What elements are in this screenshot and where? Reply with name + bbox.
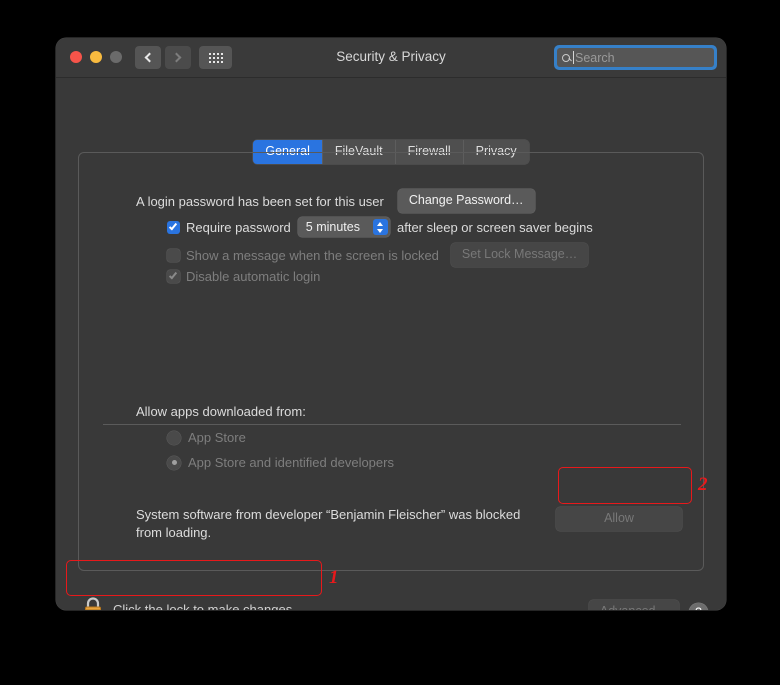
security-privacy-window: Security & Privacy Search General FileVa… bbox=[56, 38, 726, 610]
radio-app-store bbox=[167, 430, 181, 445]
section-divider bbox=[103, 424, 681, 425]
gatekeeper-option-appstore: App Store bbox=[167, 430, 246, 445]
allow-button: Allow bbox=[556, 507, 682, 531]
blocked-message-line1: System software from developer “Benjamin… bbox=[136, 507, 521, 522]
require-password-checkbox[interactable] bbox=[167, 220, 180, 234]
lock-row[interactable]: Click the lock to make changes. bbox=[82, 596, 296, 610]
show-message-checkbox bbox=[167, 248, 180, 262]
gatekeeper-option-identified-developers: App Store and identified developers bbox=[167, 455, 394, 470]
window-toolbar: Security & Privacy Search bbox=[56, 38, 726, 78]
blocked-message-line2: from loading. bbox=[136, 525, 212, 540]
set-lock-message-button: Set Lock Message… bbox=[450, 243, 589, 267]
disable-auto-login-label: Disable automatic login bbox=[186, 269, 321, 284]
window-content: General FileVault Firewall Privacy A log… bbox=[56, 78, 726, 610]
after-sleep-text: after sleep or screen saver begins bbox=[396, 219, 593, 235]
stepper-arrows-icon[interactable] bbox=[372, 219, 388, 235]
disable-auto-login-row: Disable automatic login bbox=[167, 269, 320, 284]
login-password-row: A login password has been set for this u… bbox=[136, 189, 535, 213]
change-password-button[interactable]: Change Password… bbox=[397, 189, 535, 213]
require-password-label: Require password bbox=[186, 219, 291, 235]
gatekeeper-heading-row: Allow apps downloaded from: bbox=[136, 404, 306, 419]
radio-identified-developers-label: App Store and identified developers bbox=[188, 455, 394, 470]
login-password-text: A login password has been set for this u… bbox=[136, 193, 384, 209]
show-message-label: Show a message when the screen is locked bbox=[186, 247, 439, 263]
gatekeeper-heading: Allow apps downloaded from: bbox=[136, 404, 306, 419]
disable-auto-login-checkbox bbox=[167, 270, 180, 283]
search-field[interactable]: Search bbox=[554, 45, 717, 70]
search-placeholder: Search bbox=[575, 50, 615, 65]
blocked-software-row: System software from developer “Benjamin… bbox=[136, 507, 696, 540]
require-password-row: Require password 5 minutes after sleep o… bbox=[167, 217, 593, 237]
settings-panel: A login password has been set for this u… bbox=[78, 152, 704, 571]
search-icon bbox=[562, 53, 570, 62]
lock-label: Click the lock to make changes. bbox=[113, 601, 296, 611]
show-message-row: Show a message when the screen is locked… bbox=[167, 243, 589, 267]
advanced-button: Advanced… bbox=[588, 600, 679, 610]
footer-buttons: Advanced… ? bbox=[588, 600, 708, 610]
search-field-inner: Search bbox=[557, 48, 714, 67]
annotation-number-2: 2 bbox=[698, 474, 708, 495]
closed-padlock-icon bbox=[85, 597, 101, 610]
help-button[interactable]: ? bbox=[689, 602, 708, 610]
annotation-number-1: 1 bbox=[329, 567, 339, 588]
radio-app-store-label: App Store bbox=[188, 430, 246, 445]
require-password-delay-popup[interactable]: 5 minutes bbox=[297, 217, 390, 237]
radio-app-store-identified-developers bbox=[167, 455, 181, 470]
blocked-software-message: System software from developer “Benjamin… bbox=[136, 507, 556, 540]
text-caret bbox=[573, 51, 574, 64]
